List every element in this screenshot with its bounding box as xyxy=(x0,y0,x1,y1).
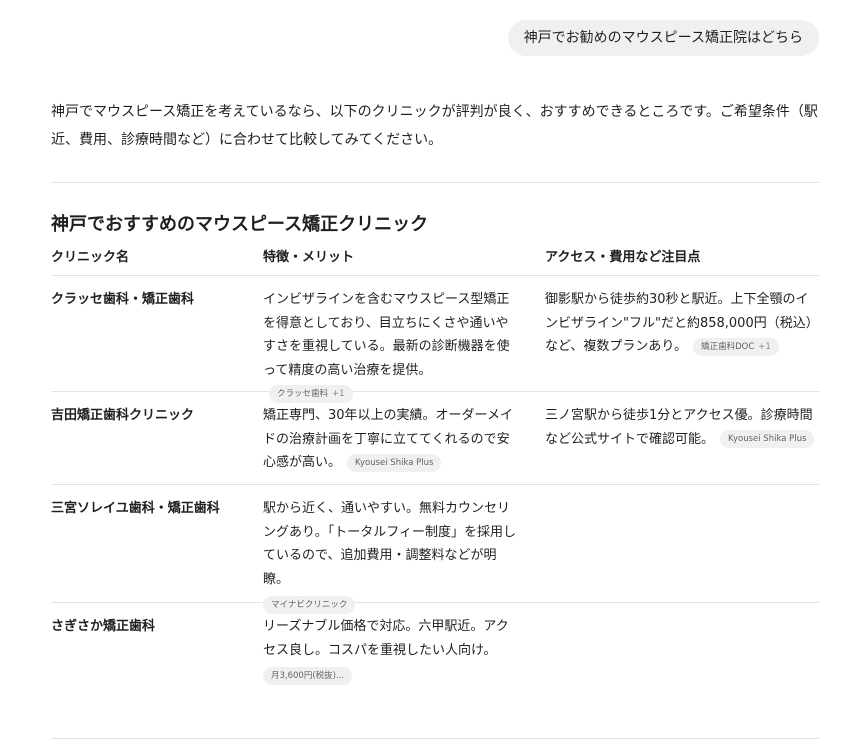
source-chip-label: Kyousei Shika Plus xyxy=(355,457,434,468)
source-chip[interactable]: Kyousei Shika Plus xyxy=(720,430,815,448)
divider-top xyxy=(51,182,819,183)
user-message-text: 神戸でお勧めのマウスピース矯正院はどちら xyxy=(523,30,803,46)
column-header-features: 特徴・メリット xyxy=(263,250,355,265)
features-text: リーズナブル価格で対応。六甲駅近。アクセス良し。コスパを重視したい人向け。 xyxy=(263,619,509,658)
clinic-features: 駅から近く、通いやすい。無料カウンセリングあり。「トータルフィー制度」を採用して… xyxy=(263,497,519,615)
clinic-features: リーズナブル価格で対応。六甲駅近。アクセス良し。コスパを重視したい人向け。月3,… xyxy=(263,615,519,686)
table-row: クラッセ歯科・矯正歯科 インビザラインを含むマウスピース型矯正を得意としており、… xyxy=(51,276,819,403)
section-title: 神戸でおすすめのマウスピース矯正クリニック xyxy=(51,214,429,235)
clinic-features: 矯正専門、30年以上の実績。オーダーメイドの治療計画を丁寧に立ててくれるので安心… xyxy=(263,404,519,475)
user-message-bubble: 神戸でお勧めのマウスピース矯正院はどちら xyxy=(507,20,819,56)
source-chip[interactable]: Kyousei Shika Plus xyxy=(347,453,442,472)
intro-paragraph: 神戸でマウスピース矯正を考えているなら、以下のクリニックが評判が良く、おすすめで… xyxy=(51,104,818,148)
clinic-name: さぎさか矯正歯科 xyxy=(51,619,156,634)
source-chip-label: Kyousei Shika Plus xyxy=(728,434,807,444)
features-text: インビザラインを含むマウスピース型矯正を得意としており、目立ちにくさや通いやすさ… xyxy=(263,292,510,378)
table-row: 吉田矯正歯科クリニック 矯正専門、30年以上の実績。オーダーメイドの治療計画を丁… xyxy=(51,392,819,485)
clinic-features: インビザラインを含むマウスピース型矯正を得意としており、目立ちにくさや通いやすさ… xyxy=(263,288,519,406)
source-chip[interactable]: 矯正歯科DOC +1 xyxy=(693,337,779,356)
source-chip-more: +1 xyxy=(758,341,771,352)
clinic-access: 三ノ宮駅から徒歩1分とアクセス優。診療時間など公式サイトで確認可能。 Kyouse… xyxy=(545,404,819,451)
clinic-access: 御影駅から徒歩約30秒と駅近。上下全顎のインビザライン"フル"だと約858,00… xyxy=(545,288,819,359)
source-chip-label: 月3,600円(税抜)... xyxy=(271,670,345,681)
table-header-row: クリニック名 特徴・メリット アクセス・費用など注目点 xyxy=(51,244,819,276)
source-chip[interactable]: 月3,600円(税抜)... xyxy=(263,666,353,685)
clinic-name: クラッセ歯科・矯正歯科 xyxy=(51,292,195,307)
column-header-name: クリニック名 xyxy=(51,250,130,265)
table-row: 三宮ソレイユ歯科・矯正歯科 駅から近く、通いやすい。無料カウンセリングあり。「ト… xyxy=(51,485,819,614)
features-text: 駅から近く、通いやすい。無料カウンセリングあり。「トータルフィー制度」を採用して… xyxy=(263,501,516,587)
table-row: さぎさか矯正歯科 リーズナブル価格で対応。六甲駅近。アクセス良し。コスパを重視し… xyxy=(51,603,819,739)
clinic-name: 三宮ソレイユ歯科・矯正歯科 xyxy=(51,501,220,516)
clinic-table: クリニック名 特徴・メリット アクセス・費用など注目点 クラッセ歯科・矯正歯科 … xyxy=(51,244,819,739)
clinic-name: 吉田矯正歯科クリニック xyxy=(51,408,195,423)
column-header-access: アクセス・費用など注目点 xyxy=(545,250,701,265)
source-chip-label: 矯正歯科DOC xyxy=(701,341,755,352)
